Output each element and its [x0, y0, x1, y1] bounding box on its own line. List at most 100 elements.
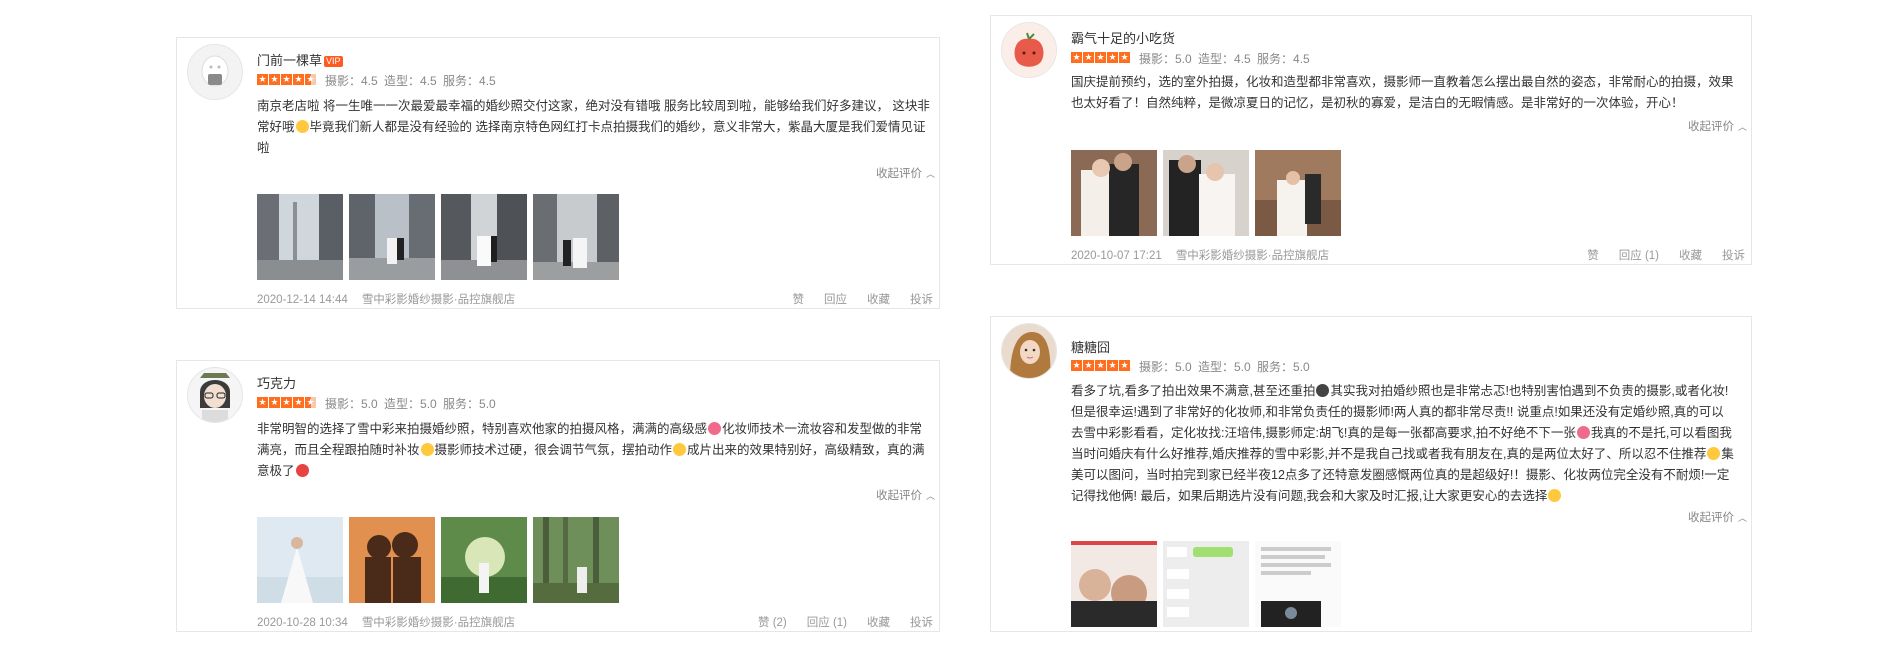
reply-button[interactable]: 回应 (1): [1619, 250, 1659, 262]
review-meta: 2020-10-07 17:21 雪中彩影婚纱摄影·品控旗舰店: [1071, 247, 1329, 263]
shop-name[interactable]: 雪中彩影婚纱摄影·品控旗舰店: [362, 294, 515, 306]
smile-emoji-icon: [420, 443, 434, 456]
review-photo[interactable]: [533, 194, 619, 280]
review-photo[interactable]: [349, 517, 435, 603]
review-card: 糖糖囧 ★ ★ ★ ★ ★ 摄影：5.0 造型：5.0 服务：5.0 看多了坑,看多了拍…: [990, 316, 1752, 632]
rating-stars: ★ ★ ★ ★ ★: [257, 74, 317, 86]
like-button[interactable]: 赞: [1587, 250, 1599, 262]
shop-name[interactable]: 雪中彩影婚纱摄影·品控旗舰店: [362, 617, 515, 629]
star-icon: ★: [281, 397, 292, 408]
star-icon: ★: [1095, 52, 1106, 63]
avatar[interactable]: [1001, 323, 1057, 379]
star-icon: ★: [1071, 52, 1082, 63]
star-icon: ★: [293, 397, 304, 408]
score-breakdown: 摄影：4.5 造型：4.5 服务：4.5: [325, 74, 496, 88]
review-photo[interactable]: [257, 194, 343, 280]
star-icon: ★: [269, 74, 280, 85]
star-icon: ★: [1119, 52, 1130, 63]
collapse-review-link[interactable]: 收起评价 ︿: [1688, 118, 1747, 134]
review-photo[interactable]: [1071, 541, 1157, 627]
lollipop-emoji-icon: [708, 422, 722, 435]
chevron-up-icon: ︿: [925, 169, 935, 179]
review-card: 霸气十足的小吃货 ★ ★ ★ ★ ★ 摄影：5.0 造型：4.5 服务：4.5 国庆提前…: [990, 15, 1752, 265]
star-icon: ★: [281, 74, 292, 85]
avatar[interactable]: [187, 44, 243, 100]
shop-name[interactable]: 雪中彩影婚纱摄影·品控旗舰店: [1176, 250, 1329, 262]
review-photo[interactable]: [1163, 150, 1249, 236]
star-icon: ★: [269, 397, 280, 408]
username[interactable]: 巧克力: [257, 373, 296, 392]
photo-gallery: [257, 194, 619, 280]
score-breakdown: 摄影：5.0 造型：4.5 服务：4.5: [1139, 52, 1310, 66]
heart-eyes-emoji-icon: [1576, 426, 1590, 439]
review-date: 2020-12-14 14:44: [257, 294, 348, 306]
review-photo[interactable]: [257, 517, 343, 603]
vip-badge: VIP: [324, 56, 343, 67]
avatar[interactable]: [187, 367, 243, 423]
favorite-button[interactable]: 收藏: [1679, 250, 1702, 262]
chevron-up-icon: ︿: [925, 491, 935, 501]
review-date: 2020-10-07 17:21: [1071, 250, 1162, 262]
review-photo[interactable]: [349, 194, 435, 280]
half-star-icon: ★: [305, 397, 316, 408]
blush-emoji-icon: [1707, 447, 1721, 460]
report-button[interactable]: 投诉: [910, 617, 933, 629]
review-actions: 赞 回应 (1) 收藏 投诉: [1567, 247, 1745, 263]
photo-gallery: [1071, 541, 1341, 627]
avatar[interactable]: [1001, 22, 1057, 78]
review-photo[interactable]: [441, 194, 527, 280]
favorite-button[interactable]: 收藏: [867, 617, 890, 629]
report-button[interactable]: 投诉: [910, 294, 933, 306]
cherries-emoji-icon: [295, 464, 309, 477]
username[interactable]: 霸气十足的小吃货: [1071, 28, 1175, 47]
review-text: 南京老店啦 将一生唯一一次最爱最幸福的婚纱照交付这家，绝对没有错哦 服务比较周到…: [257, 99, 930, 155]
username[interactable]: 门前一棵草 VIP: [257, 50, 343, 69]
star-icon: ★: [1107, 52, 1118, 63]
review-card: 巧克力 ★ ★ ★ ★ ★ 摄影：5.0 造型：5.0 服务：5.0 非常明智的选择了雪…: [176, 360, 940, 632]
review-photo[interactable]: [533, 517, 619, 603]
star-icon: ★: [1107, 360, 1118, 371]
smile-emoji-icon: [295, 120, 309, 133]
collapse-review-link[interactable]: 收起评价 ︿: [876, 165, 935, 181]
star-icon: ★: [1083, 360, 1094, 371]
reply-button[interactable]: 回应: [824, 294, 847, 306]
crying-emoji-icon: [1316, 384, 1330, 397]
star-icon: ★: [1095, 360, 1106, 371]
chevron-up-icon: ︿: [1737, 513, 1747, 523]
review-photo[interactable]: [441, 517, 527, 603]
collapse-review-link[interactable]: 收起评价 ︿: [1688, 509, 1747, 525]
photo-gallery: [257, 517, 619, 603]
review-actions: 赞 (2) 回应 (1) 收藏 投诉: [738, 614, 933, 630]
score-breakdown: 摄影：5.0 造型：5.0 服务：5.0: [1139, 360, 1310, 374]
like-button[interactable]: 赞 (2): [758, 617, 787, 629]
score-breakdown: 摄影：5.0 造型：5.0 服务：5.0: [325, 397, 496, 411]
star-icon: ★: [257, 74, 268, 85]
half-star-icon: ★: [305, 74, 316, 85]
star-icon: ★: [1083, 52, 1094, 63]
review-photo[interactable]: [1255, 150, 1341, 236]
review-photo[interactable]: [1071, 150, 1157, 236]
review-photo[interactable]: [1163, 541, 1249, 627]
review-card: 门前一棵草 VIP ★ ★ ★ ★ ★ 摄影：4.5 造型：4.5 服务：4.5 南京老店…: [176, 37, 940, 309]
rating-stars: ★ ★ ★ ★ ★: [257, 397, 317, 409]
thumbs-up-emoji-icon: [673, 443, 687, 456]
star-icon: ★: [1071, 360, 1082, 371]
rating-stars: ★ ★ ★ ★ ★: [1071, 52, 1131, 64]
collapse-review-link[interactable]: 收起评价 ︿: [876, 487, 935, 503]
review-actions: 赞 回应 收藏 投诉: [773, 291, 934, 307]
star-icon: ★: [257, 397, 268, 408]
report-button[interactable]: 投诉: [1722, 250, 1745, 262]
review-meta: 2020-12-14 14:44 雪中彩影婚纱摄影·品控旗舰店: [257, 291, 515, 307]
review-meta: 2020-10-28 10:34 雪中彩影婚纱摄影·品控旗舰店: [257, 614, 515, 630]
review-photo[interactable]: [1255, 541, 1341, 627]
star-icon: ★: [293, 74, 304, 85]
reply-button[interactable]: 回应 (1): [807, 617, 847, 629]
review-text: 看多了坑,看多了拍出效果不满意,甚至还重拍 其实我对拍婚纱照也是非常忐忑!也特别害…: [1071, 384, 1734, 503]
review-text: 非常明智的选择了雪中彩来拍摄婚纱照，特别喜欢他家的拍摄风格，满满的高级感 化妆师技…: [257, 422, 925, 478]
like-button[interactable]: 赞: [793, 294, 805, 306]
chevron-up-icon: ︿: [1737, 122, 1747, 132]
username[interactable]: 糖糖囧: [1071, 337, 1110, 356]
smile-emoji-icon: [1548, 489, 1562, 502]
favorite-button[interactable]: 收藏: [867, 294, 890, 306]
review-text: 国庆提前预约，选的室外拍摄，化妆和造型都非常喜欢，摄影师一直教着怎么摆出最自然的…: [1071, 75, 1734, 110]
